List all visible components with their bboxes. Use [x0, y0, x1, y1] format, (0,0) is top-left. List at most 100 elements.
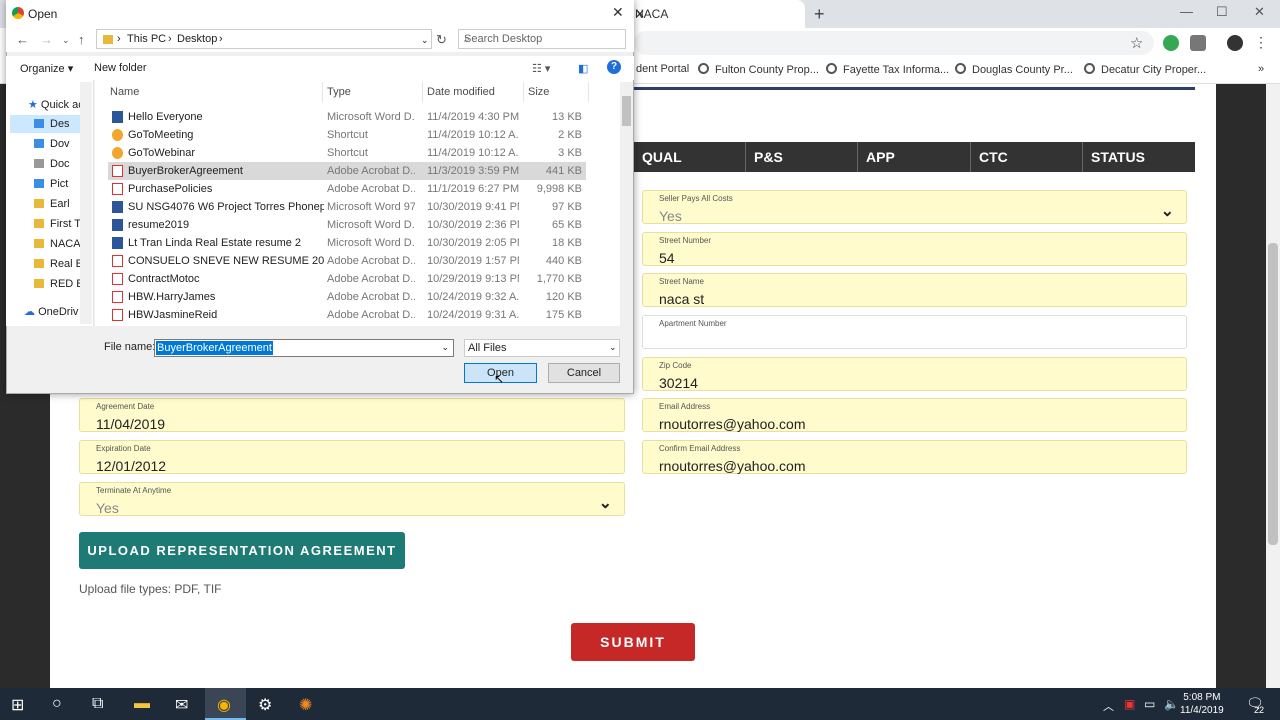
- confirm-email-field[interactable]: Confirm Email Address rnoutorres@yahoo.c…: [642, 440, 1187, 474]
- seller-pays-costs-select[interactable]: Seller Pays All Costs Yes ⌄: [642, 190, 1187, 224]
- step-status[interactable]: STATUS: [1082, 142, 1195, 172]
- breadcrumb-desktop[interactable]: Desktop: [177, 33, 217, 45]
- file-row[interactable]: BuyerBrokerAgreement Adobe Acrobat D... 11…: [108, 162, 586, 180]
- organize-menu[interactable]: Organize ▾: [20, 62, 73, 75]
- nav-pane-scrollbar[interactable]: [80, 82, 92, 324]
- battery-icon[interactable]: ▭: [1144, 697, 1155, 711]
- cortana-search-icon[interactable]: ○: [52, 695, 62, 713]
- step-ps[interactable]: P&S: [745, 142, 857, 172]
- chevron-down-icon[interactable]: ⌄: [421, 35, 429, 46]
- dialog-address-bar[interactable]: › This PC › Desktop › ⌄: [96, 29, 432, 49]
- file-row[interactable]: ContractMotoc Adobe Acrobat D... 10/29/201…: [108, 270, 586, 288]
- file-row[interactable]: CONSUELO SNEVE NEW RESUME 205082...Adobe…: [108, 252, 586, 270]
- notification-count: 22: [1254, 705, 1265, 715]
- minimize-button[interactable]: —: [1180, 4, 1193, 19]
- volume-icon[interactable]: 🔈: [1164, 697, 1179, 711]
- file-date: 11/4/2019 10:12 A...: [427, 129, 519, 141]
- street-name-field[interactable]: Street Name naca st: [642, 273, 1187, 307]
- word-document-icon: [112, 219, 123, 231]
- column-header-type[interactable]: Type: [327, 86, 351, 98]
- extension-grammarly-icon[interactable]: [1190, 35, 1206, 51]
- file-row[interactable]: SU NSG4076 W6 Project Torres Phonephe...…: [108, 198, 586, 216]
- cancel-button[interactable]: Cancel: [548, 363, 620, 383]
- bookmark-star-icon[interactable]: ☆: [1130, 34, 1143, 52]
- file-row[interactable]: Lt Tran Linda Real Estate resume 2 Micros…: [108, 234, 586, 252]
- close-window-button[interactable]: ✕: [1254, 4, 1265, 20]
- refresh-icon[interactable]: ↻: [436, 32, 447, 48]
- menu-kebab-icon[interactable]: ⋮: [1254, 34, 1268, 51]
- app-taskbar-icon[interactable]: ✺: [299, 695, 312, 715]
- submit-button[interactable]: SUBMIT: [571, 623, 695, 661]
- column-header-name[interactable]: Name: [110, 86, 139, 98]
- tray-chevron-icon[interactable]: ︿: [1103, 698, 1114, 714]
- file-row[interactable]: Hello Everyone Microsoft Word D... 11/4/20…: [108, 108, 586, 126]
- file-size: 65 KB: [552, 219, 582, 231]
- file-explorer-icon[interactable]: ▬: [134, 695, 150, 713]
- browser-tab[interactable]: NACA ✕: [625, 0, 805, 28]
- file-type: Microsoft Word D...: [327, 219, 415, 231]
- column-divider[interactable]: [322, 82, 323, 102]
- bookmark-item[interactable]: Fulton County Prop...: [698, 63, 819, 76]
- file-row[interactable]: GoToWebinar Shortcut 11/4/2019 10:12 A... 3…: [108, 144, 586, 162]
- view-options-icon[interactable]: ☷ ▾: [532, 62, 550, 75]
- breadcrumb-this-pc[interactable]: This PC: [127, 33, 166, 45]
- chrome-taskbar-icon[interactable]: ◉: [217, 695, 231, 715]
- zip-code-field[interactable]: Zip Code 30214: [642, 357, 1187, 391]
- file-row[interactable]: HBW.HarryJames Adobe Acrobat D... 10/24/20…: [108, 288, 586, 306]
- email-field[interactable]: Email Address rnoutorres@yahoo.com: [642, 398, 1187, 432]
- settings-gear-icon[interactable]: ⚙: [258, 695, 272, 715]
- new-tab-button[interactable]: +: [814, 4, 825, 25]
- bookmarks-overflow-icon[interactable]: »: [1258, 63, 1264, 75]
- address-bar[interactable]: [634, 31, 1154, 55]
- page-scrollbar-thumb[interactable]: [1268, 243, 1278, 545]
- bookmark-item[interactable]: Fayette Tax Informa...: [826, 63, 949, 76]
- upload-agreement-button[interactable]: UPLOAD REPRESENTATION AGREEMENT: [79, 532, 405, 569]
- file-row[interactable]: HBWJasmineReid Adobe Acrobat D... 10/24/20…: [108, 306, 586, 324]
- taskbar-clock[interactable]: 5:08 PM 11/4/2019: [1180, 691, 1224, 717]
- globe-icon: [698, 63, 709, 74]
- back-arrow-icon[interactable]: ←: [16, 32, 29, 47]
- agreement-date-field[interactable]: Agreement Date 11/04/2019: [79, 398, 625, 432]
- file-type-filter[interactable]: All Files ⌄: [464, 339, 620, 357]
- expiration-date-field[interactable]: Expiration Date 12/01/2012: [79, 440, 625, 474]
- chevron-down-icon[interactable]: ⌄: [441, 342, 449, 353]
- step-ctc[interactable]: CTC: [970, 142, 1082, 172]
- bookmark-item[interactable]: Douglas County Pr...: [955, 63, 1073, 76]
- help-icon[interactable]: ?: [607, 60, 621, 74]
- preview-pane-icon[interactable]: ◧: [578, 62, 588, 75]
- step-qual[interactable]: QUAL: [634, 142, 745, 172]
- bookmark-item[interactable]: dent Portal: [636, 63, 689, 75]
- tab-close-icon[interactable]: ✕: [635, 7, 799, 21]
- new-folder-button[interactable]: New folder: [94, 62, 147, 74]
- column-divider[interactable]: [523, 82, 524, 102]
- bookmark-item[interactable]: Decatur City Proper...: [1084, 63, 1206, 76]
- forward-arrow-icon[interactable]: →: [40, 32, 53, 47]
- nav-item-quick-access[interactable]: ★ Quick ac: [28, 98, 88, 111]
- file-row[interactable]: PurchasePolicies Adobe Acrobat D... 11/1/2…: [108, 180, 586, 198]
- file-row[interactable]: GoToMeeting Shortcut 11/4/2019 10:12 A... 2…: [108, 126, 586, 144]
- field-value: rnoutorres@yahoo.com: [659, 458, 806, 474]
- step-app[interactable]: APP: [857, 142, 970, 172]
- windows-start-icon[interactable]: ⊞: [11, 695, 24, 715]
- column-divider[interactable]: [588, 82, 589, 102]
- extension-shield-icon[interactable]: [1163, 35, 1179, 51]
- terminate-anytime-select[interactable]: Terminate At Anytime Yes ⌄: [79, 482, 625, 516]
- maximize-button[interactable]: ☐: [1216, 4, 1228, 20]
- column-header-date[interactable]: Date modified: [427, 86, 495, 98]
- street-number-field[interactable]: Street Number 54: [642, 232, 1187, 266]
- task-view-icon[interactable]: ⧉: [92, 695, 103, 713]
- up-arrow-icon[interactable]: ↑: [78, 32, 85, 47]
- apartment-number-field[interactable]: Apartment Number: [642, 315, 1187, 349]
- file-list-scrollbar-thumb[interactable]: [622, 96, 631, 126]
- mail-icon[interactable]: ✉: [175, 695, 188, 715]
- search-input[interactable]: Search Desktop ⌕: [458, 29, 626, 49]
- dialog-titlebar[interactable]: Open: [6, 0, 634, 26]
- nav-item-onedrive[interactable]: ☁ OneDriv: [24, 305, 84, 318]
- tray-alert-icon[interactable]: ▣: [1124, 697, 1135, 711]
- dialog-close-icon[interactable]: ✕: [612, 4, 624, 21]
- profile-avatar[interactable]: [1227, 35, 1243, 51]
- column-header-size[interactable]: Size: [528, 86, 549, 98]
- column-divider[interactable]: [422, 82, 423, 102]
- recent-locations-icon[interactable]: ⌄: [62, 35, 70, 46]
- file-row[interactable]: resume2019 Microsoft Word D... 10/30/2019 …: [108, 216, 586, 234]
